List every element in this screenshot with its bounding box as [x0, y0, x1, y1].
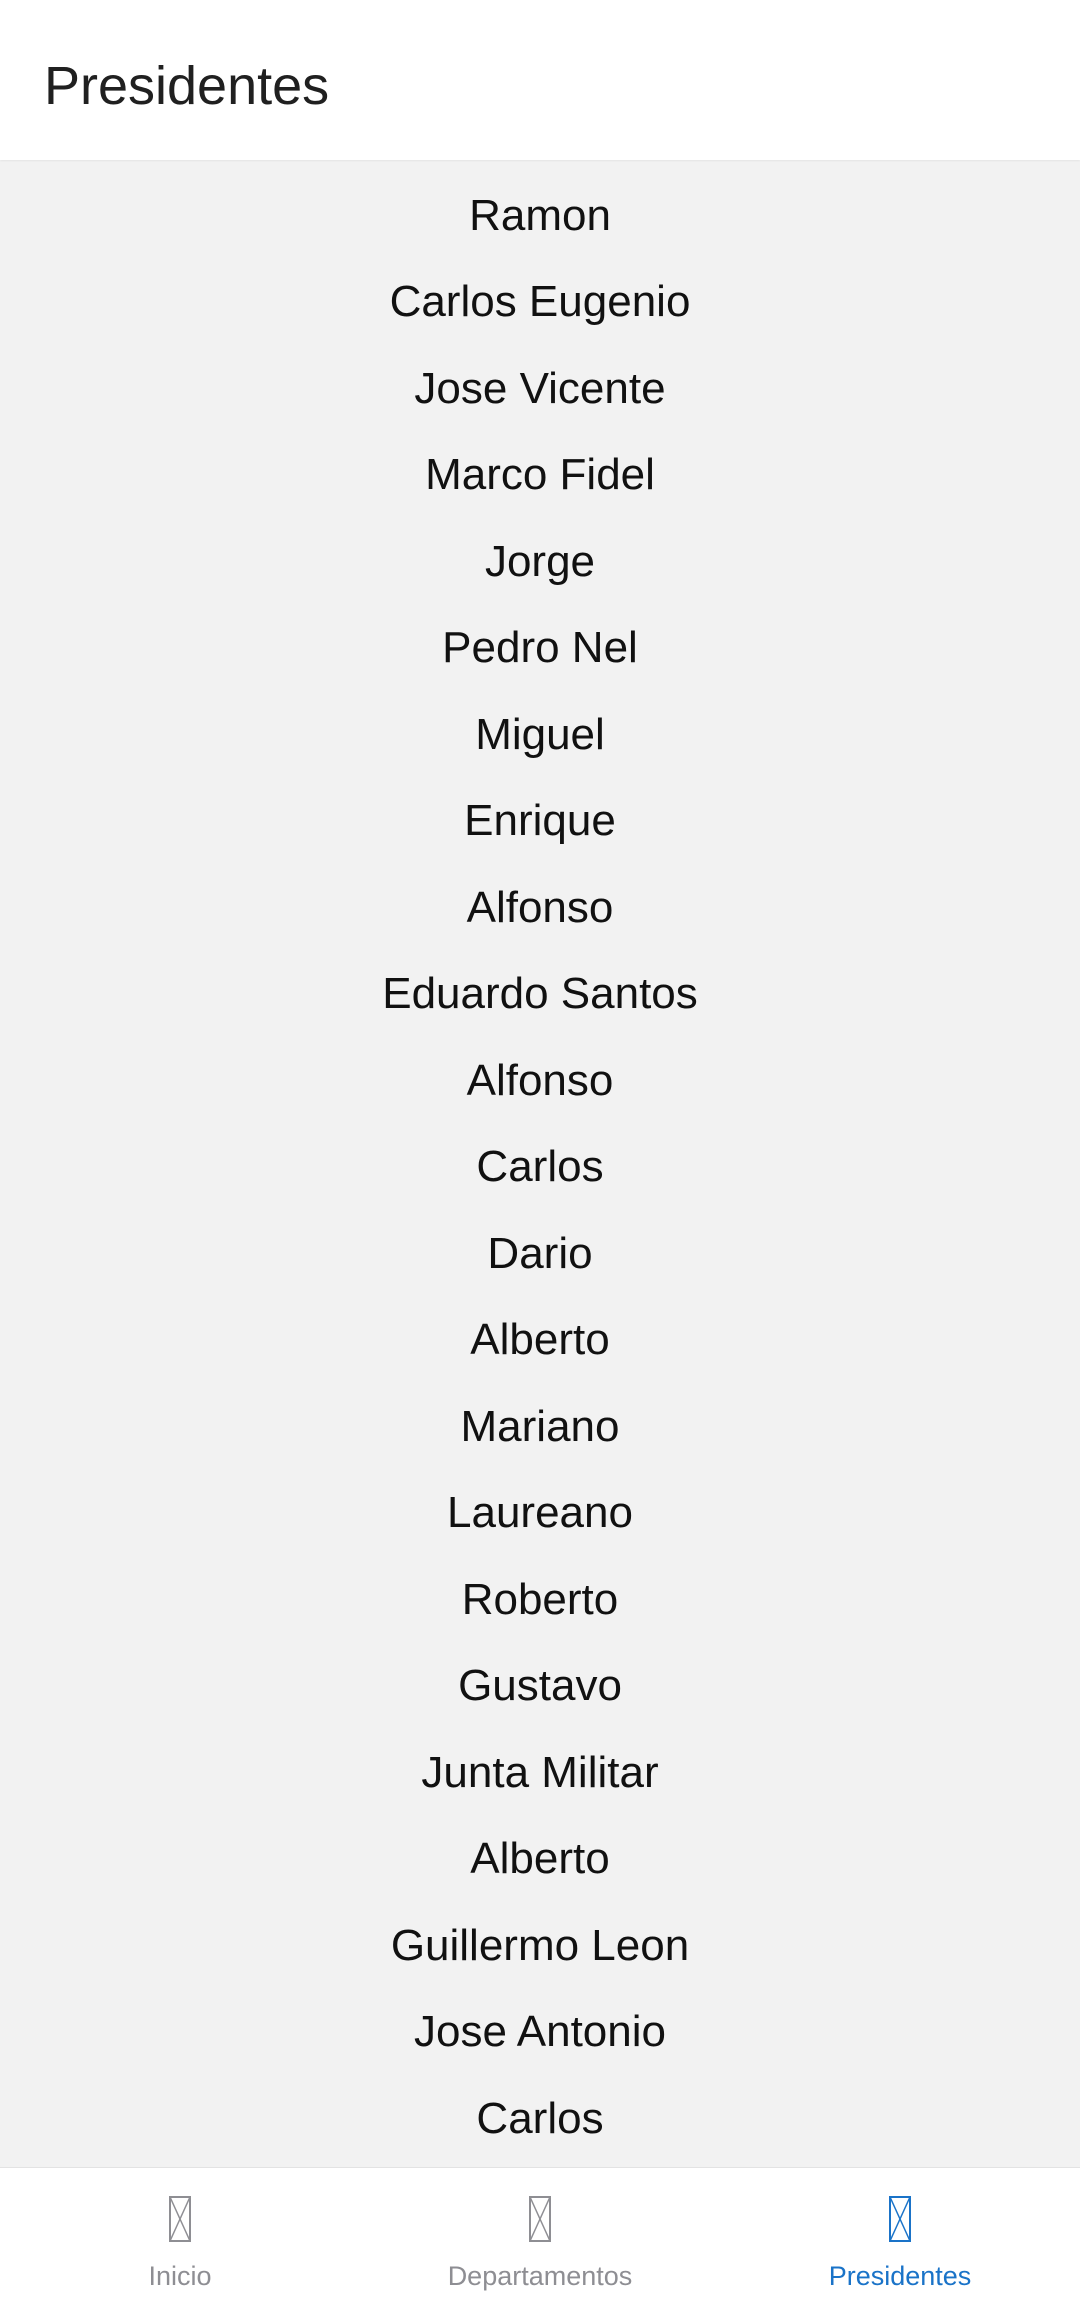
presidents-list: JorgeRamonCarlos EugenioJose VicenteMarc… [0, 160, 1080, 2162]
list-item[interactable]: Alfonso [0, 865, 1080, 952]
list-item[interactable]: Marco Fidel [0, 432, 1080, 519]
list-item[interactable]: Guillermo Leon [0, 1903, 1080, 1990]
list-item[interactable]: Dario [0, 1211, 1080, 1298]
tab-departamentos[interactable]: Departamentos [360, 2168, 720, 2304]
tab-inicio[interactable]: Inicio [0, 2168, 360, 2304]
list-item[interactable]: Carlos [0, 2076, 1080, 2163]
list-item[interactable]: Enrique [0, 778, 1080, 865]
list-item[interactable]: Jorge [0, 519, 1080, 606]
list-item[interactable]: Alberto [0, 1816, 1080, 1903]
list-item[interactable]: Eduardo Santos [0, 951, 1080, 1038]
tab-label: Presidentes [828, 2261, 972, 2291]
list-item[interactable]: Alberto [0, 1297, 1080, 1384]
presidents-list-viewport[interactable]: JorgeRamonCarlos EugenioJose VicenteMarc… [0, 160, 1080, 2168]
list-item[interactable]: Carlos [0, 1124, 1080, 1211]
page-title: Presidentes [44, 56, 330, 116]
list-item[interactable]: Pedro Nel [0, 605, 1080, 692]
list-item[interactable]: Laureano [0, 1470, 1080, 1557]
list-item[interactable]: Carlos Eugenio [0, 259, 1080, 346]
list-item[interactable]: Jorge [0, 160, 1080, 173]
list-item[interactable]: Jose Vicente [0, 346, 1080, 433]
app-root: Presidentes JorgeRamonCarlos EugenioJose… [0, 0, 1080, 2304]
tab-label: Departamentos [447, 2261, 633, 2291]
list-item[interactable]: Junta Militar [0, 1730, 1080, 1817]
missing-glyph-icon [529, 2196, 551, 2242]
list-item[interactable]: Roberto [0, 1557, 1080, 1644]
bottom-navigation: Inicio Departamentos Presidentes [0, 2167, 1080, 2304]
list-item[interactable]: Mariano [0, 1384, 1080, 1471]
list-item[interactable]: Ramon [0, 173, 1080, 260]
list-item[interactable]: Alfonso [0, 1038, 1080, 1125]
missing-glyph-icon [889, 2196, 911, 2242]
tab-presidentes[interactable]: Presidentes [720, 2168, 1080, 2304]
tab-label: Inicio [148, 2261, 212, 2291]
missing-glyph-icon [169, 2196, 191, 2242]
list-item[interactable]: Gustavo [0, 1643, 1080, 1730]
app-header: Presidentes [0, 0, 1080, 160]
list-item[interactable]: Miguel [0, 692, 1080, 779]
list-item[interactable]: Jose Antonio [0, 1989, 1080, 2076]
